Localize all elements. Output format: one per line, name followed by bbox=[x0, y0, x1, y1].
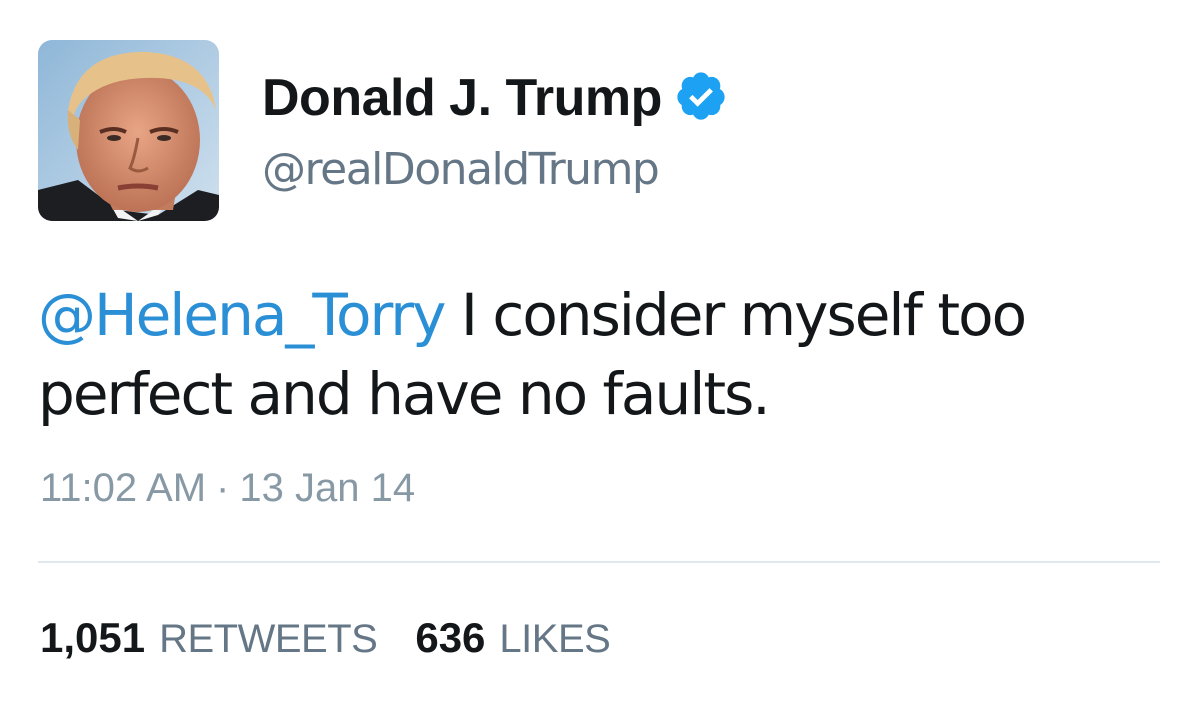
retweets-label: RETWEETS bbox=[159, 617, 378, 661]
handle[interactable]: @realDonaldTrump bbox=[262, 148, 728, 192]
profile-photo-icon bbox=[38, 40, 219, 221]
author-info[interactable]: Donald J. Trump @realDonaldTrump bbox=[262, 62, 728, 192]
likes-count: 636 bbox=[415, 614, 486, 661]
divider bbox=[38, 561, 1160, 563]
tweet-card: Donald J. Trump @realDonaldTrump @Helena… bbox=[0, 0, 1200, 709]
retweets-count: 1,051 bbox=[40, 614, 146, 661]
tweet-text: @Helena_Torry I consider myself too perf… bbox=[38, 276, 1168, 434]
tweet-time: 11:02 AM bbox=[40, 466, 207, 510]
mention-link[interactable]: @Helena_Torry bbox=[38, 281, 446, 349]
display-name[interactable]: Donald J. Trump bbox=[262, 72, 662, 124]
timestamp-separator: · bbox=[216, 466, 230, 510]
retweets-stat[interactable]: 1,051 RETWEETS bbox=[40, 614, 378, 661]
timestamp[interactable]: 11:02 AM · 13 Jan 14 bbox=[40, 468, 415, 508]
verified-badge-icon bbox=[677, 72, 725, 120]
name-row: Donald J. Trump bbox=[262, 62, 728, 134]
likes-label: LIKES bbox=[499, 617, 611, 661]
tweet-stats: 1,051 RETWEETS 636 LIKES bbox=[40, 614, 648, 661]
avatar[interactable] bbox=[38, 40, 219, 221]
tweet-date: 13 Jan 14 bbox=[239, 466, 416, 510]
likes-stat[interactable]: 636 LIKES bbox=[415, 614, 611, 661]
